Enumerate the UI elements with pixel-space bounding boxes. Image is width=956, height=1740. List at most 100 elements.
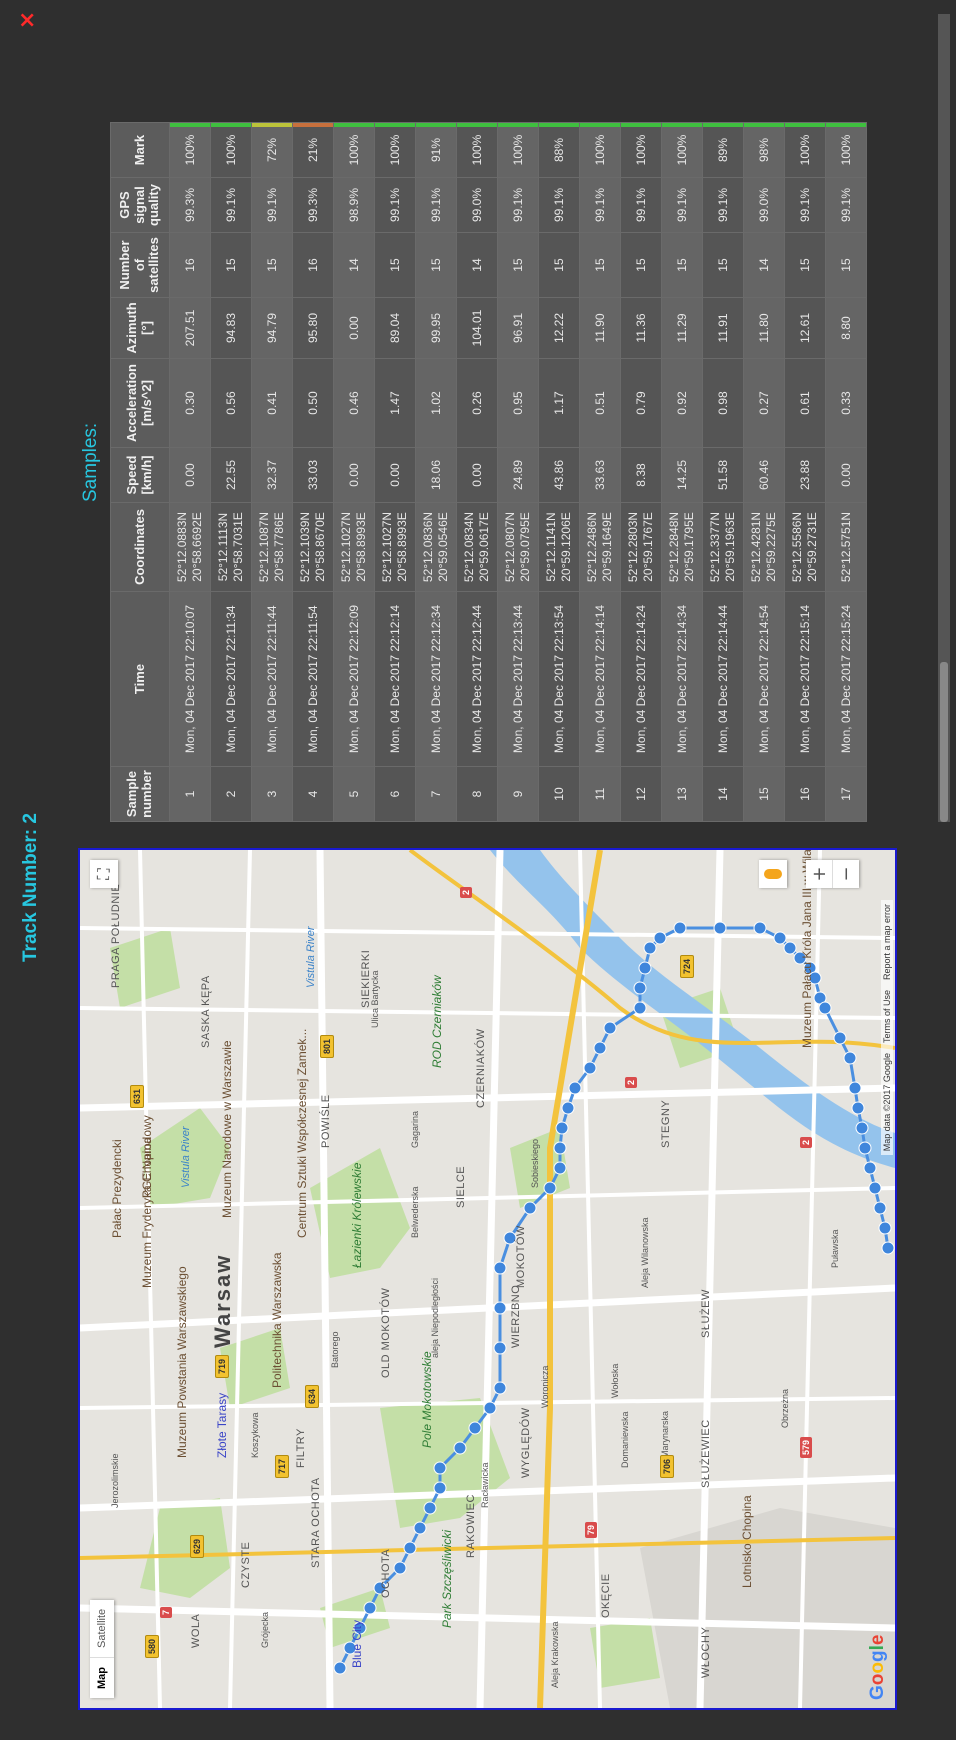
- latitude: 52°12.2486N: [585, 511, 599, 583]
- samples-table-container[interactable]: Sample number Time Coordinates Speed [km…: [110, 14, 938, 822]
- table-row: 11 Mon, 04 Dec 2017 22:14:14 52°12.2486N 20…: [579, 122, 621, 822]
- road-label: Woronicza: [540, 1365, 550, 1408]
- cell-azimuth: 89.04: [374, 297, 416, 359]
- zoom-out-button[interactable]: −: [832, 860, 859, 888]
- poi-label: Muzeum Narodowe w Warszawie: [220, 1040, 234, 1218]
- cell-azimuth: 8.80: [825, 297, 867, 359]
- district-label: CZYSTE: [240, 1541, 252, 1588]
- mark-indicator: [334, 123, 374, 127]
- district-label: CZERNIAKÓW: [475, 1028, 487, 1108]
- cell-sample-number: 13: [661, 766, 703, 822]
- cell-satellites: 15: [702, 232, 744, 298]
- cell-mark: 100%: [784, 122, 826, 178]
- table-row: 15 Mon, 04 Dec 2017 22:14:54 52°12.4281N 20…: [743, 122, 785, 822]
- cell-azimuth: 11.29: [661, 297, 703, 359]
- district-label: RAKOWIEC: [465, 1494, 477, 1558]
- cell-gps-quality: 99.1%: [251, 177, 293, 233]
- road-label: Koszykowa: [250, 1412, 260, 1458]
- cell-mark: 100%: [210, 122, 252, 178]
- longitude: 20°59.1963E: [723, 512, 737, 582]
- road-shield: 717: [275, 1454, 289, 1478]
- samples-table: Sample number Time Coordinates Speed [km…: [110, 122, 867, 822]
- mark-value: 100%: [182, 134, 197, 166]
- longitude: 20°59.2731E: [805, 512, 819, 582]
- cell-speed: 60.46: [743, 447, 785, 503]
- terms-link[interactable]: Terms of Use: [882, 990, 892, 1043]
- road-shield: 580: [145, 1634, 159, 1658]
- cell-azimuth: 104.01: [456, 297, 498, 359]
- cell-mark: 21%: [292, 122, 334, 178]
- place-label: Blue City: [350, 1619, 364, 1668]
- cell-coordinates: 52°12.2848N 20°59.1795E: [661, 502, 703, 592]
- cell-time: Mon, 04 Dec 2017 22:12:14: [374, 591, 416, 767]
- cell-coordinates: 52°12.0836N 20°59.0546E: [415, 502, 457, 592]
- district-label: STEGNY: [660, 1099, 672, 1148]
- district-label: WŁOCHY: [700, 1626, 712, 1678]
- cell-satellites: 15: [538, 232, 580, 298]
- latitude: 52°12.0834N: [462, 511, 476, 583]
- mark-indicator: [170, 123, 210, 127]
- cell-mark: 100%: [456, 122, 498, 178]
- cell-azimuth: 12.61: [784, 297, 826, 359]
- latitude: 52°12.5751N: [838, 511, 853, 583]
- pegman-icon[interactable]: [759, 860, 787, 888]
- mark-indicator: [375, 123, 415, 127]
- mark-indicator: [826, 123, 866, 127]
- track-map[interactable]: Warsaw PRAGA POŁUDNIE SASKA KĘPA POWIŚLE…: [78, 848, 897, 1710]
- cell-time: Mon, 04 Dec 2017 22:14:24: [620, 591, 662, 767]
- table-row: 8 Mon, 04 Dec 2017 22:12:44 52°12.0834N 20°…: [456, 122, 498, 822]
- mark-indicator: [211, 123, 251, 127]
- map-type-control: Map Satellite: [90, 1599, 114, 1698]
- cell-azimuth: 11.91: [702, 297, 744, 359]
- cell-speed: 24.89: [497, 447, 539, 503]
- mark-indicator: [703, 123, 743, 127]
- road-label: Ulica Bartycka: [370, 970, 380, 1028]
- cell-satellites: 14: [333, 232, 375, 298]
- longitude: 20°59.0617E: [477, 512, 491, 582]
- park-label: Łazienki Królewskie: [350, 1162, 364, 1268]
- map-type-satellite-button[interactable]: Satellite: [90, 1599, 114, 1658]
- cell-time: Mon, 04 Dec 2017 22:15:24: [825, 591, 867, 767]
- cell-satellites: 15: [210, 232, 252, 298]
- horizontal-scrollbar[interactable]: [938, 14, 950, 822]
- cell-satellites: 15: [415, 232, 457, 298]
- district-label: SIELCE: [455, 1165, 467, 1208]
- latitude: 52°12.2848N: [667, 511, 681, 583]
- district-label: FILTRY: [295, 1428, 307, 1468]
- road-shield: 79: [585, 1521, 597, 1538]
- table-row: 7 Mon, 04 Dec 2017 22:12:34 52°12.0836N 20°…: [415, 122, 457, 822]
- latitude: 52°12.2803N: [626, 511, 640, 583]
- road-label: Domaniewska: [620, 1411, 630, 1468]
- google-logo: Google: [867, 1634, 888, 1700]
- mark-indicator: [580, 123, 620, 127]
- latitude: 52°12.0836N: [421, 511, 435, 583]
- mark-indicator: [498, 123, 538, 127]
- cell-satellites: 15: [784, 232, 826, 298]
- cell-gps-quality: 99.1%: [210, 177, 252, 233]
- report-error-link[interactable]: Report a map error: [882, 904, 892, 980]
- scrollbar-thumb[interactable]: [940, 662, 948, 822]
- longitude: 20°59.2275E: [764, 512, 778, 582]
- cell-acceleration: 0.46: [333, 358, 375, 448]
- road-shield: 631: [130, 1084, 144, 1108]
- cell-speed: 33.63: [579, 447, 621, 503]
- cell-satellites: 15: [579, 232, 621, 298]
- cell-time: Mon, 04 Dec 2017 22:11:44: [251, 591, 293, 767]
- cell-satellites: 15: [251, 232, 293, 298]
- fullscreen-icon[interactable]: ⛶: [90, 860, 118, 888]
- zoom-in-button[interactable]: +: [806, 860, 832, 888]
- cell-speed: 32.37: [251, 447, 293, 503]
- road-shield: 801: [320, 1034, 334, 1058]
- poi-label: Pałac Prezydencki: [110, 1139, 124, 1238]
- cell-sample-number: 14: [702, 766, 744, 822]
- cell-azimuth: 11.80: [743, 297, 785, 359]
- mark-indicator: [293, 123, 333, 127]
- table-row: 10 Mon, 04 Dec 2017 22:13:54 52°12.1141N 20…: [538, 122, 580, 822]
- mark-value: 21%: [305, 137, 320, 163]
- road-shield: 634: [305, 1384, 319, 1408]
- latitude: 52°12.1087N: [257, 511, 271, 583]
- mark-value: 100%: [797, 134, 812, 166]
- cell-sample-number: 2: [210, 766, 252, 822]
- map-type-map-button[interactable]: Map: [90, 1658, 114, 1698]
- poi-label: PGE Narodowy: [140, 1115, 154, 1198]
